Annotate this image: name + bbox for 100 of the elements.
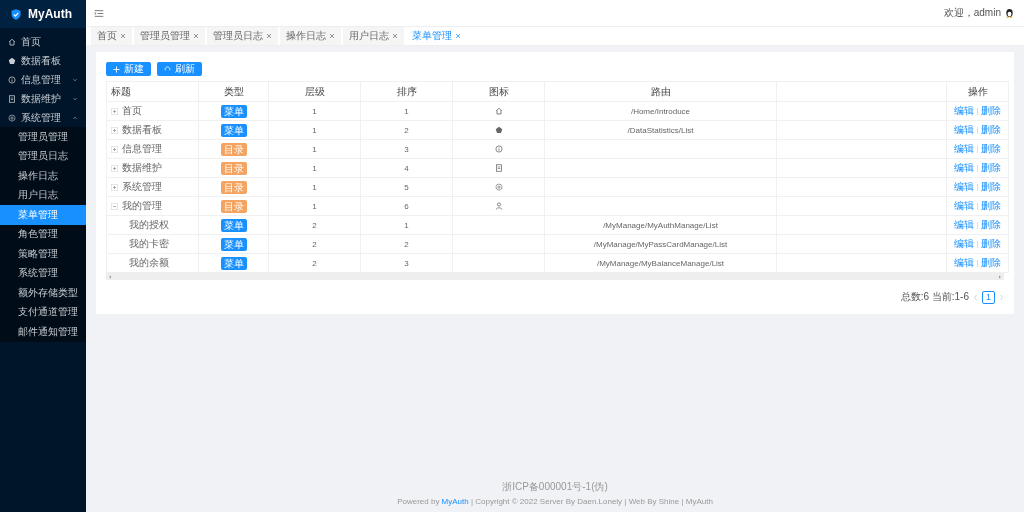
table-cell: 1: [312, 182, 317, 192]
delete-link[interactable]: 删除: [981, 219, 1001, 230]
sidebar-subitem[interactable]: 操作日志: [0, 166, 86, 186]
tab[interactable]: 管理员日志: [207, 27, 278, 45]
menu-icon[interactable]: [94, 8, 104, 18]
table-cell: 2: [312, 220, 317, 230]
edit-link[interactable]: 编辑: [954, 124, 974, 135]
sidebar-subitem[interactable]: 管理员日志: [0, 146, 86, 166]
edit-link[interactable]: 编辑: [954, 200, 974, 211]
app-title: MyAuth: [28, 7, 72, 21]
sidebar-subitem[interactable]: 菜单管理: [0, 205, 86, 225]
table-cell: 1: [312, 125, 317, 135]
sidebar-item[interactable]: 数据看板: [0, 51, 86, 70]
sidebar-subitem[interactable]: 管理员管理: [0, 127, 86, 147]
sidebar-subitem[interactable]: 邮件通知管理: [0, 322, 86, 342]
table-cell: 4: [404, 163, 409, 173]
scrollbar[interactable]: [106, 273, 1004, 280]
delete-link[interactable]: 删除: [981, 162, 1001, 173]
delete-link[interactable]: 删除: [981, 257, 1001, 268]
next-page-icon[interactable]: [999, 293, 1004, 301]
sidebar-subitem[interactable]: 用户日志: [0, 185, 86, 205]
sidebar-subitem[interactable]: 角色管理: [0, 224, 86, 244]
column-header: 标题: [106, 81, 199, 102]
tab[interactable]: 管理员管理: [134, 27, 205, 45]
delete-link[interactable]: 删除: [981, 181, 1001, 192]
table-cell: /MyManage/MyBalanceManage/List: [596, 258, 725, 268]
tab[interactable]: 用户日志: [343, 27, 404, 45]
sidebar-subitem[interactable]: 系统管理: [0, 263, 86, 283]
info-icon: [494, 145, 503, 154]
close-icon[interactable]: [193, 33, 199, 39]
edit-link[interactable]: 编辑: [954, 162, 974, 173]
info-icon: [8, 75, 16, 84]
expand-icon[interactable]: [111, 126, 118, 134]
welcome-text: 欢迎，admin: [943, 6, 1001, 20]
table-cell: 2: [404, 239, 409, 249]
close-icon[interactable]: [266, 33, 272, 39]
type-tag: 目录: [220, 199, 247, 213]
refresh-icon: [164, 65, 171, 73]
tab[interactable]: 首页: [91, 27, 132, 45]
sidebar-item[interactable]: 系统管理: [0, 108, 86, 127]
type-tag: 目录: [220, 161, 247, 175]
type-tag: 目录: [220, 180, 247, 194]
tab[interactable]: 操作日志: [280, 27, 341, 45]
table-cell: 6: [404, 201, 409, 211]
edit-link[interactable]: 编辑: [954, 219, 974, 230]
icp-text: 浙ICP备000001号-1(伪): [502, 480, 608, 494]
avatar-icon: [1005, 8, 1014, 18]
sidebar-item[interactable]: 数据维护: [0, 89, 86, 108]
edit-link[interactable]: 编辑: [954, 181, 974, 192]
delete-link[interactable]: 删除: [981, 143, 1001, 154]
user-icon: [494, 202, 503, 211]
table-cell: 3: [404, 258, 409, 268]
page-button[interactable]: 1: [982, 290, 995, 304]
table-cell: /Home/Introduce: [630, 106, 691, 116]
delete-link[interactable]: 删除: [981, 200, 1001, 211]
table-cell: 3: [404, 144, 409, 154]
table-cell: /DataStatistics/List: [627, 125, 694, 135]
close-icon[interactable]: [120, 33, 126, 39]
edit-link[interactable]: 编辑: [954, 257, 974, 268]
delete-link[interactable]: 删除: [981, 238, 1001, 249]
delete-link[interactable]: 删除: [981, 124, 1001, 135]
edit-link[interactable]: 编辑: [954, 238, 974, 249]
new-button[interactable]: 新建: [106, 62, 151, 76]
plus-icon: [113, 65, 120, 73]
column-header: 路由: [544, 81, 777, 102]
sidebar-subitem[interactable]: 额外存储类型: [0, 283, 86, 303]
type-tag: 菜单: [220, 237, 247, 251]
document-icon: [494, 164, 503, 173]
previous-page-icon[interactable]: [973, 293, 978, 301]
type-tag: 菜单: [220, 218, 247, 232]
pentagon-icon: [494, 126, 503, 135]
pagination-summary: 总数:6 当前:1-6: [900, 290, 969, 304]
table-cell: /MyManage/MyPassCardManage/List: [593, 239, 728, 249]
edit-link[interactable]: 编辑: [954, 105, 974, 116]
type-tag: 目录: [220, 142, 247, 156]
close-icon[interactable]: [329, 33, 335, 39]
sidebar-item[interactable]: 首页: [0, 32, 86, 51]
table-cell: 我的卡密: [129, 237, 169, 251]
expand-icon[interactable]: [111, 183, 118, 191]
type-tag: 菜单: [220, 104, 247, 118]
table-cell: 数据维护: [122, 161, 162, 175]
myauth-link[interactable]: MyAuth: [441, 497, 469, 506]
home-icon: [8, 37, 16, 46]
sidebar-subitem[interactable]: 支付通道管理: [0, 302, 86, 322]
table-cell: 首页: [122, 104, 142, 118]
sidebar-subitem[interactable]: 策略管理: [0, 244, 86, 264]
home-icon: [494, 107, 503, 116]
refresh-button[interactable]: 刷新: [157, 62, 202, 76]
sidebar-item[interactable]: 信息管理: [0, 70, 86, 89]
expand-icon[interactable]: [111, 164, 118, 172]
settings-icon: [494, 183, 503, 192]
collapse-icon[interactable]: [111, 202, 118, 210]
edit-link[interactable]: 编辑: [954, 143, 974, 154]
expand-icon[interactable]: [111, 107, 118, 115]
table-cell: 1: [404, 220, 409, 230]
expand-icon[interactable]: [111, 145, 118, 153]
close-icon[interactable]: [455, 33, 461, 39]
close-icon[interactable]: [392, 33, 398, 39]
delete-link[interactable]: 删除: [981, 105, 1001, 116]
table-cell: 数据看板: [122, 123, 162, 137]
